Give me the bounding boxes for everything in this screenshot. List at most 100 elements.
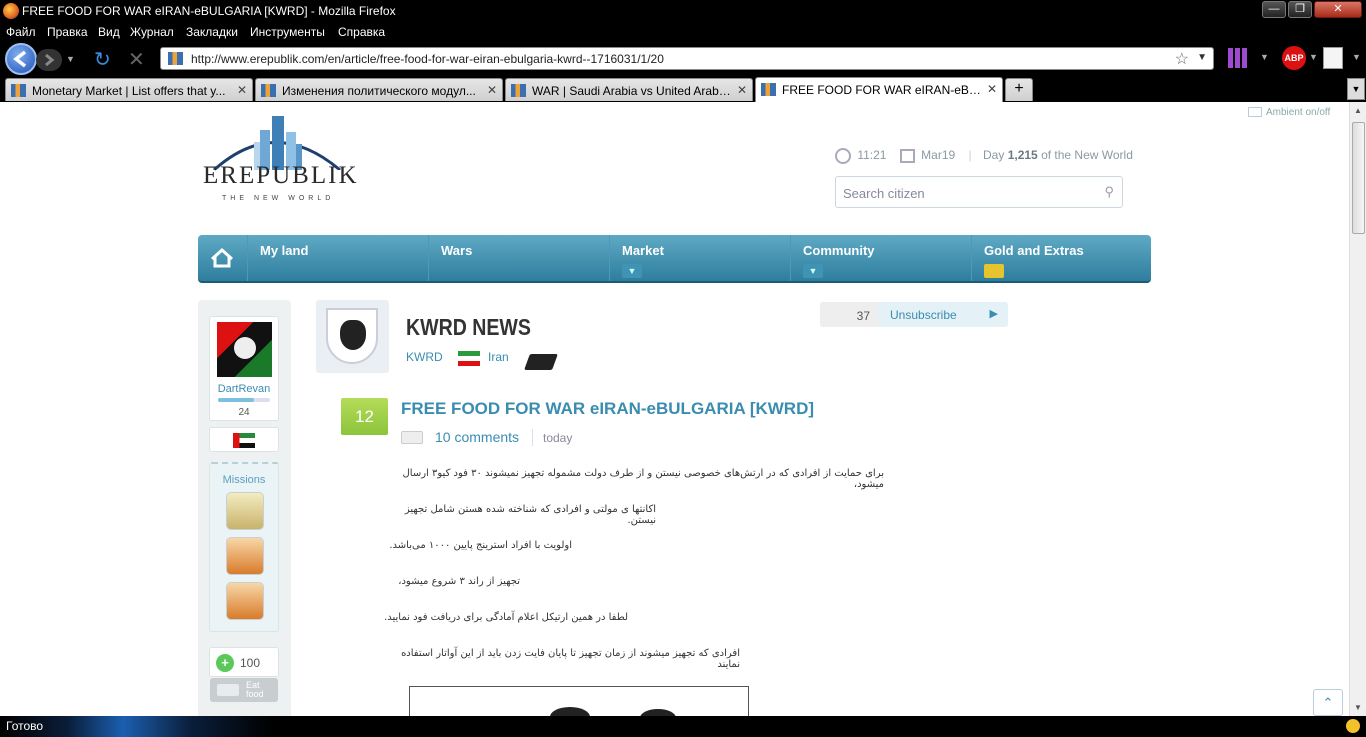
separator: | <box>968 148 972 163</box>
mission-trophy-icon[interactable] <box>226 537 264 575</box>
tab-monetary-market[interactable]: Monetary Market | List offers that y... … <box>5 78 253 101</box>
nav-wars[interactable]: Wars <box>428 235 608 281</box>
grid-addon-icon[interactable] <box>1228 48 1248 68</box>
iran-flag-icon <box>458 351 480 366</box>
notes-dropdown-icon[interactable]: ▼ <box>1352 52 1361 62</box>
unsubscribe-button[interactable]: Unsubscribe ▶ <box>878 302 1008 327</box>
mission-medal-icon[interactable] <box>226 582 264 620</box>
scroll-down-icon[interactable]: ▼ <box>1354 703 1362 712</box>
eat-food-button[interactable]: Eat food <box>210 678 278 702</box>
nav-community[interactable]: Community ▼ <box>790 235 970 281</box>
url-dropdown-icon[interactable]: ▼ <box>1197 52 1207 63</box>
status-bar: Готово <box>0 716 1366 737</box>
unsubscribe-label: Unsubscribe <box>890 308 957 322</box>
nav-gold-extras[interactable]: Gold and Extras <box>971 235 1151 281</box>
erepublik-favicon-icon <box>511 84 526 97</box>
erepublik-favicon-icon <box>261 84 276 97</box>
health-value: 100 <box>240 656 261 670</box>
site-favicon-icon <box>168 52 183 65</box>
menu-help[interactable]: Справка <box>338 25 385 39</box>
vote-count[interactable]: 12 <box>341 398 388 435</box>
logo-wordmark: EREPUBLIK <box>203 162 359 189</box>
minimize-button[interactable]: — <box>1262 1 1286 18</box>
article-paragraph: لطفا در همین ارتیکل اعلام آمادگی برای در… <box>384 612 628 623</box>
forward-button[interactable] <box>36 49 62 71</box>
mission-weapon-icon[interactable] <box>226 492 264 530</box>
close-tab-icon[interactable]: ✕ <box>487 83 497 97</box>
addon-dropdown-icon[interactable]: ▼ <box>1260 52 1269 62</box>
newspaper-country-link[interactable]: Iran <box>488 350 509 364</box>
newspaper-avatar[interactable] <box>316 300 389 373</box>
bookmark-star-icon[interactable]: ☆ <box>1175 49 1189 69</box>
article-paragraph: تجهیز از راند ۳ شروع میشود، <box>398 576 520 587</box>
avatar[interactable] <box>217 322 272 377</box>
back-button[interactable] <box>5 43 37 75</box>
comments-link[interactable]: 10 comments <box>435 429 519 445</box>
tab-label: WAR | Saudi Arabia vs United Arab ... <box>532 84 732 98</box>
stop-icon[interactable]: ✕ <box>128 47 145 72</box>
main-navigation: My land Wars Market ▼ Community ▼ Gold and… <box>198 235 1151 283</box>
uae-flag-icon[interactable] <box>233 433 255 448</box>
article-title: FREE FOOD FOR WAR eIRAN-eBULGARIA [KWRD] <box>401 399 815 418</box>
citizen-search-box[interactable]: Search citizen ⚲ <box>835 176 1123 208</box>
erepublik-favicon-icon <box>761 83 776 96</box>
tab-political-module[interactable]: Изменения политического модул... ✕ <box>255 78 503 101</box>
menu-bookmarks[interactable]: Закладки <box>186 25 238 39</box>
notes-addon-icon[interactable] <box>1323 47 1343 69</box>
maximize-button[interactable]: ❐ <box>1288 1 1312 18</box>
subscriber-count: 37 <box>820 302 878 327</box>
chevron-down-icon[interactable]: ▼ <box>622 264 642 278</box>
menu-bar: Файл Правка Вид Журнал Закладки Инструме… <box>0 22 1366 41</box>
new-tab-button[interactable]: + <box>1005 78 1033 101</box>
erepublik-favicon-icon <box>11 84 26 97</box>
close-tab-icon[interactable]: ✕ <box>987 82 997 96</box>
nav-my-land[interactable]: My land <box>247 235 427 281</box>
menu-file[interactable]: Файл <box>6 25 36 39</box>
scroll-to-top-button[interactable]: ⌃ <box>1313 689 1343 716</box>
newspaper-name[interactable]: KWRD NEWS <box>406 314 531 341</box>
menu-edit[interactable]: Правка <box>47 25 88 39</box>
tab-free-food[interactable]: FREE FOOD FOR WAR eIRAN-eBU... ✕ <box>755 77 1003 102</box>
city-skyline-icon <box>212 116 341 172</box>
smiley-addon-icon[interactable] <box>1346 719 1360 733</box>
ambient-toggle[interactable]: Ambient on/off <box>1248 107 1330 118</box>
tab-list-button[interactable]: ▼ <box>1347 78 1365 100</box>
missions-label: Missions <box>222 474 266 486</box>
tab-war[interactable]: WAR | Saudi Arabia vs United Arab ... ✕ <box>505 78 753 101</box>
ambient-label: Ambient on/off <box>1266 107 1331 118</box>
close-tab-icon[interactable]: ✕ <box>237 83 247 97</box>
scrollbar-thumb[interactable] <box>1352 122 1365 234</box>
newspaper-owner-link[interactable]: KWRD <box>406 350 443 364</box>
menu-tools[interactable]: Инструменты <box>250 25 325 39</box>
citizen-name[interactable]: DartRevan <box>210 383 278 395</box>
close-window-button[interactable]: ✕ <box>1314 1 1362 18</box>
skull-avatar-icon <box>234 337 256 359</box>
tab-label: FREE FOOD FOR WAR eIRAN-eBU... <box>782 83 982 97</box>
chevron-down-icon[interactable]: ▼ <box>803 264 823 278</box>
address-bar[interactable]: http://www.erepublik.com/en/article/free… <box>160 47 1214 70</box>
menu-history[interactable]: Журнал <box>130 25 174 39</box>
back-arrow-icon <box>13 50 27 68</box>
vertical-scrollbar[interactable]: ▲ ▼ <box>1349 102 1366 716</box>
menu-view[interactable]: Вид <box>98 25 120 39</box>
search-icon[interactable]: ⚲ <box>1104 184 1114 200</box>
server-date: Mar19 <box>921 148 956 163</box>
gold-coin-icon[interactable] <box>984 264 1004 278</box>
close-tab-icon[interactable]: ✕ <box>737 83 747 97</box>
logo-tagline: THE NEW WORLD <box>222 195 335 202</box>
scroll-up-icon[interactable]: ▲ <box>1354 106 1362 115</box>
adblock-icon[interactable]: ABP <box>1282 46 1306 70</box>
day-number: 1,215 <box>1007 148 1038 163</box>
tab-bar: Monetary Market | List offers that y... … <box>0 76 1366 102</box>
article-paragraph: برای حمایت از افرادی که در ارتش‌های خصوص… <box>402 468 884 490</box>
erepublik-logo[interactable]: EREPUBLIK THE NEW WORLD <box>200 110 360 206</box>
article-date: today <box>543 431 573 445</box>
url-text[interactable]: http://www.erepublik.com/en/article/free… <box>191 52 664 66</box>
server-time: 11:21 <box>857 148 887 163</box>
home-button[interactable] <box>198 235 246 281</box>
history-dropdown-icon[interactable]: ▼ <box>66 54 75 64</box>
nav-market[interactable]: Market ▼ <box>609 235 789 281</box>
reload-icon[interactable]: ↻ <box>94 47 111 72</box>
book-icon[interactable] <box>524 354 558 370</box>
adblock-dropdown-icon[interactable]: ▼ <box>1309 52 1318 62</box>
